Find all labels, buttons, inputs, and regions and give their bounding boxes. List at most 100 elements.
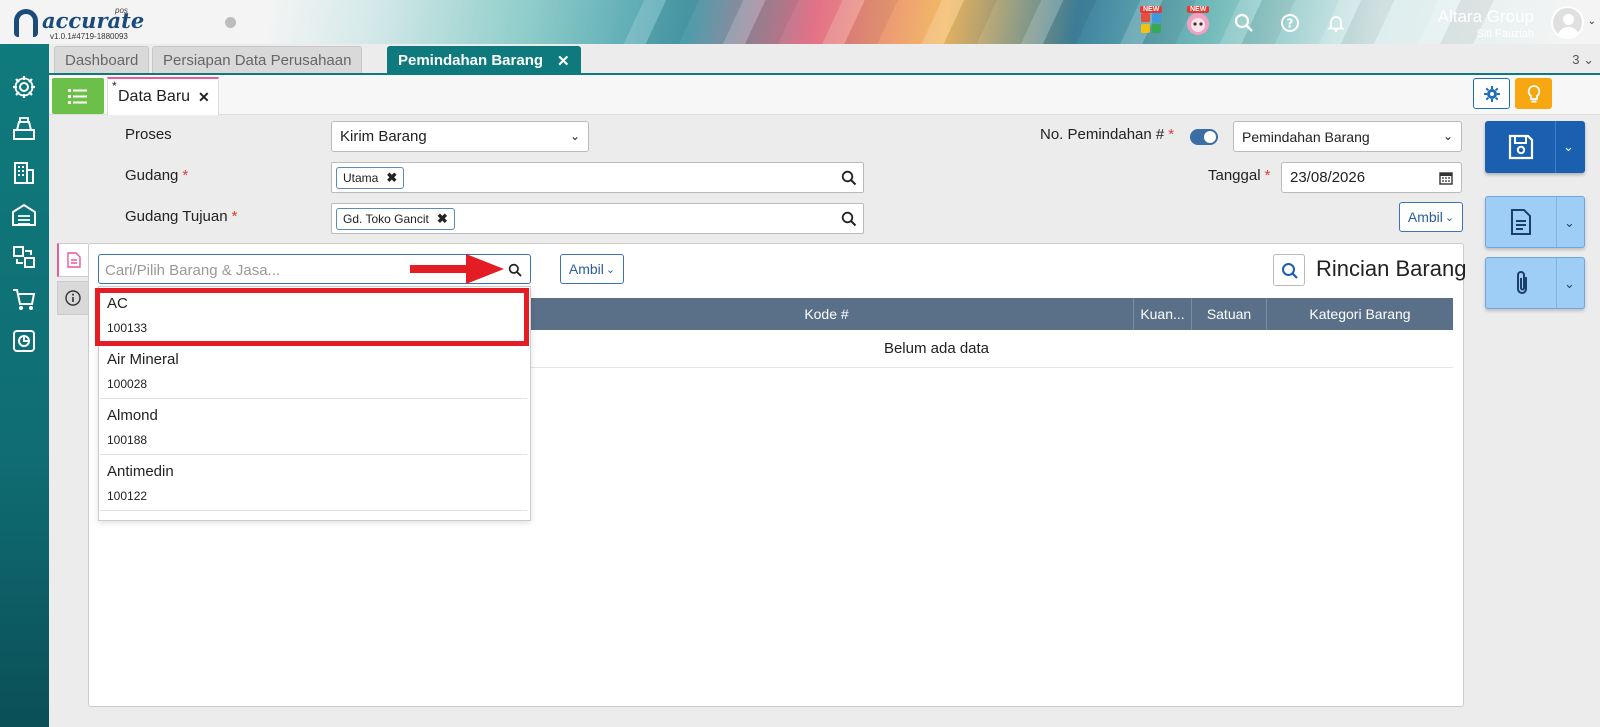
no-pemindahan-select[interactable]: Pemindahan Barang ⌄ bbox=[1233, 121, 1462, 152]
list-item[interactable]: Antimedin 100122 bbox=[100, 455, 527, 511]
user-name: Siti Fauziah bbox=[1476, 28, 1534, 40]
document-tabs: Dashboard Persiapan Data Perusahaan Pemi… bbox=[49, 44, 1600, 74]
column-kuantitas[interactable]: Kuan... bbox=[1133, 298, 1191, 330]
notifications-button[interactable] bbox=[1321, 8, 1351, 38]
column-label: Kode # bbox=[804, 306, 849, 322]
sidebar-item-pos[interactable] bbox=[11, 116, 37, 142]
column-kategori[interactable]: Kategori Barang bbox=[1266, 298, 1453, 330]
tab-data-baru[interactable]: * Data Baru ✕ bbox=[107, 77, 219, 115]
app-logo[interactable]: accurate pos v1.0.1#4719-1880093 bbox=[12, 6, 145, 41]
sidebar-item-reports[interactable] bbox=[11, 328, 37, 354]
tab-dashboard[interactable]: Dashboard bbox=[54, 46, 150, 74]
detail-table-header: Kode # Kuan... Satuan Kategori Barang bbox=[520, 298, 1453, 330]
detail-search-button[interactable] bbox=[1273, 254, 1305, 286]
close-icon[interactable]: ✕ bbox=[198, 89, 210, 106]
gudang-tujuan-tag: Gd. Toko Gancit ✖ bbox=[336, 208, 455, 230]
item-name: Air Mineral bbox=[107, 351, 179, 368]
app-version: v1.0.1#4719-1880093 bbox=[50, 32, 128, 41]
gudang-tujuan-field[interactable]: Gd. Toko Gancit ✖ bbox=[331, 203, 864, 234]
avatar[interactable] bbox=[1551, 6, 1584, 39]
sidebar-item-settings[interactable] bbox=[11, 74, 37, 100]
detail-title: Rincian Barang bbox=[1316, 256, 1467, 281]
gudang-tujuan-tag-label: Gd. Toko Gancit bbox=[343, 212, 429, 226]
info-tab[interactable] bbox=[57, 281, 88, 315]
gudang-field[interactable]: Utama ✖ bbox=[331, 162, 864, 193]
logo-text: accurate bbox=[42, 8, 145, 33]
remove-tag-icon[interactable]: ✖ bbox=[386, 170, 397, 186]
list-item[interactable]: Almond 100188 bbox=[100, 399, 527, 455]
search-icon[interactable] bbox=[508, 263, 522, 277]
chevron-down-icon[interactable]: ⌄ bbox=[1564, 215, 1575, 231]
item-name: Antimedin bbox=[107, 463, 174, 480]
avatar-body bbox=[1558, 27, 1579, 37]
chevron-down-icon[interactable]: ⌄ bbox=[1564, 276, 1575, 292]
proses-value: Kirim Barang bbox=[340, 128, 427, 145]
attachment-button[interactable]: ⌄ bbox=[1485, 257, 1585, 309]
open-tabs-count[interactable]: 3 ⌄ bbox=[1572, 52, 1594, 68]
save-button[interactable]: ⌄ bbox=[1485, 121, 1585, 173]
tanggal-input[interactable]: 23/08/2026 bbox=[1281, 162, 1462, 193]
search-icon bbox=[1234, 13, 1253, 32]
help-button[interactable]: ? bbox=[1275, 8, 1305, 38]
tab-label: Persiapan Data Perusahaan bbox=[163, 52, 352, 69]
list-view-button[interactable] bbox=[52, 78, 104, 114]
column-label: Satuan bbox=[1206, 306, 1252, 322]
apps-grid-button[interactable]: NEW bbox=[1136, 6, 1166, 38]
auto-number-toggle[interactable] bbox=[1190, 129, 1218, 145]
mascot-icon bbox=[1187, 13, 1209, 35]
mascot-button[interactable]: NEW bbox=[1183, 6, 1213, 38]
item-name: Almond bbox=[107, 407, 158, 424]
search-icon bbox=[1282, 263, 1298, 279]
info-icon bbox=[65, 290, 81, 306]
calendar-icon[interactable] bbox=[1439, 171, 1453, 185]
ambil-header-button[interactable]: Ambil ⌄ bbox=[1399, 202, 1463, 232]
cart-icon bbox=[13, 289, 36, 310]
settings-button[interactable] bbox=[1473, 78, 1510, 109]
chevron-down-icon[interactable]: ⌄ bbox=[1588, 16, 1596, 27]
tab-pemindahan-barang[interactable]: Pemindahan Barang ✕ bbox=[387, 46, 581, 74]
building-icon bbox=[14, 162, 34, 184]
sidebar-item-sales[interactable] bbox=[11, 286, 37, 312]
remove-tag-icon[interactable]: ✖ bbox=[437, 211, 448, 227]
gudang-tujuan-label: Gudang Tujuan * bbox=[125, 208, 237, 225]
column-kode[interactable]: Kode # bbox=[520, 298, 1133, 330]
lightbulb-icon bbox=[1527, 84, 1540, 102]
document-lines-icon bbox=[66, 252, 81, 268]
tabs-count-value: 3 bbox=[1572, 52, 1580, 67]
tab-label: Pemindahan Barang bbox=[398, 52, 544, 69]
sidebar bbox=[0, 44, 49, 727]
red-arrow-icon bbox=[410, 254, 504, 284]
column-satuan[interactable]: Satuan bbox=[1191, 298, 1266, 330]
toggle-knob bbox=[1204, 131, 1216, 143]
sidebar-item-inventory[interactable] bbox=[11, 244, 37, 270]
search-icon[interactable] bbox=[841, 211, 857, 227]
tips-button[interactable] bbox=[1515, 78, 1552, 109]
required-mark: * bbox=[231, 208, 238, 225]
svg-text:?: ? bbox=[1287, 17, 1294, 31]
new-badge: NEW bbox=[1140, 6, 1163, 13]
user-info[interactable]: Altara Group Siti Fauziah bbox=[1438, 7, 1534, 40]
new-badge: NEW bbox=[1187, 6, 1210, 13]
sidebar-item-warehouse[interactable] bbox=[11, 202, 37, 228]
sidebar-item-company[interactable] bbox=[11, 160, 37, 186]
list-item[interactable]: Air Mineral 100028 bbox=[100, 343, 527, 399]
item-code: 100188 bbox=[107, 433, 148, 447]
sub-tabs-bar: * Data Baru ✕ bbox=[49, 75, 1600, 115]
highlight-box bbox=[95, 288, 529, 346]
proses-select[interactable]: Kirim Barang ⌄ bbox=[331, 121, 589, 152]
column-label: Kuan... bbox=[1140, 306, 1185, 322]
tab-persiapan-data[interactable]: Persiapan Data Perusahaan bbox=[152, 46, 363, 74]
document-actions-button[interactable]: ⌄ bbox=[1485, 196, 1585, 248]
close-icon[interactable]: ✕ bbox=[557, 52, 570, 70]
chevron-down-icon[interactable]: ⌄ bbox=[1563, 139, 1574, 155]
apps-grid-icon bbox=[1141, 13, 1161, 33]
no-pemindahan-label: No. Pemindahan # * bbox=[1040, 126, 1174, 143]
chevron-down-icon: ⌄ bbox=[1444, 211, 1455, 224]
logo-mark-icon bbox=[14, 9, 38, 37]
search-icon[interactable] bbox=[841, 170, 857, 186]
column-label: Kategori Barang bbox=[1309, 306, 1411, 322]
empty-table-message: Belum ada data bbox=[520, 330, 1453, 368]
detail-items-tab[interactable] bbox=[57, 243, 88, 277]
ambil-detail-button[interactable]: Ambil ⌄ bbox=[560, 254, 624, 284]
global-search-button[interactable] bbox=[1229, 8, 1259, 38]
